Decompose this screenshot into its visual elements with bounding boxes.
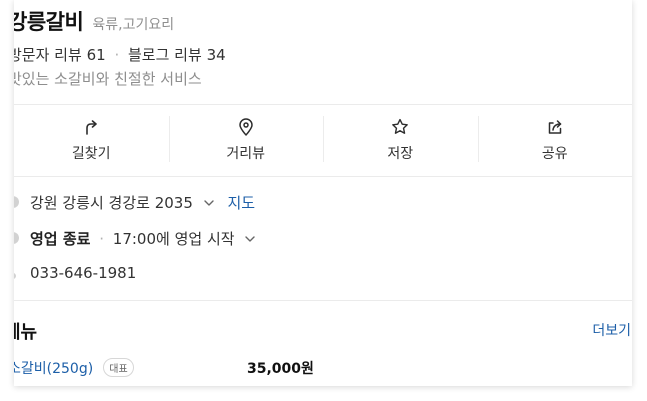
- directions-label: 길찾기: [71, 146, 111, 162]
- place-header: 강릉갈비 육류,고기요리 방문자 리뷰 61 · 블로그 리뷰 34 맛있는 소…: [14, 0, 632, 104]
- blog-review-label: 블로그 리뷰: [128, 46, 202, 64]
- menu-title: 메뉴: [14, 322, 38, 343]
- directions-arrow-icon: [86, 120, 98, 135]
- phone-number[interactable]: 033-646-1981: [30, 264, 136, 282]
- menu-more-link[interactable]: 더보기: [592, 320, 631, 340]
- save-button[interactable]: 저장: [323, 104, 478, 176]
- menu-item-price: 35,000원: [247, 361, 314, 377]
- address-text: 강원 강릉시 경강로 2035: [30, 194, 193, 212]
- share-icon: [548, 120, 561, 134]
- visitor-review-count: 61: [86, 46, 106, 64]
- share-button[interactable]: 공유: [477, 104, 633, 176]
- hours-separator: ·: [99, 230, 104, 248]
- directions-button[interactable]: 길찾기: [14, 104, 169, 176]
- place-category: 육류,고기요리: [92, 17, 175, 33]
- address-text-group: 강원 강릉시 경강로 2035 지도: [30, 192, 255, 213]
- phone-row: 033-646-1981: [14, 262, 632, 286]
- place-description: 맛있는 소갈비와 친절한 서비스: [14, 70, 202, 88]
- star-icon: [392, 118, 409, 134]
- menu-section: 메뉴 더보기 소갈비(250g) 대표 35,000원: [14, 301, 632, 386]
- chevron-down-icon[interactable]: [203, 197, 215, 209]
- business-hours: 17:00에 영업 시작: [112, 230, 235, 248]
- save-label: 저장: [387, 146, 414, 162]
- review-summary: 방문자 리뷰 61 · 블로그 리뷰 34: [14, 44, 226, 65]
- action-bar: 길찾기 거리뷰 저장 공유: [14, 104, 632, 176]
- address-pin-icon: [14, 196, 19, 208]
- address-row: 강원 강릉시 경강로 2035 지도: [14, 190, 632, 214]
- hours-row: 영업 종료 · 17:00에 영업 시작: [14, 226, 632, 250]
- street-view-label: 거리뷰: [226, 146, 266, 162]
- business-status: 영업 종료: [30, 230, 91, 248]
- clock-icon: [14, 232, 19, 244]
- phone-icon: [14, 273, 16, 279]
- signature-badge: 대표: [103, 358, 134, 377]
- place-title: 강릉갈비: [14, 10, 84, 34]
- review-separator: ·: [114, 46, 120, 64]
- blog-review-count: 34: [206, 46, 226, 64]
- street-view-button[interactable]: 거리뷰: [168, 104, 324, 176]
- share-label: 공유: [541, 146, 568, 162]
- visitor-review-label: 방문자 리뷰: [14, 46, 82, 64]
- title-row: 강릉갈비 육류,고기요리: [14, 6, 174, 36]
- location-pin-icon: [239, 118, 253, 136]
- hours-text-group: 영업 종료 · 17:00에 영업 시작: [30, 228, 256, 249]
- place-details: 강원 강릉시 경강로 2035 지도 영업 종료 · 17:00에 영업 시작: [14, 176, 632, 300]
- menu-item[interactable]: 소갈비(250g) 대표: [14, 358, 134, 378]
- hours-chevron-down-icon[interactable]: [244, 233, 256, 245]
- map-link[interactable]: 지도: [227, 194, 255, 212]
- menu-item-name[interactable]: 소갈비(250g): [14, 361, 93, 377]
- place-info-card: 강릉갈비 육류,고기요리 방문자 리뷰 61 · 블로그 리뷰 34 맛있는 소…: [14, 0, 632, 386]
